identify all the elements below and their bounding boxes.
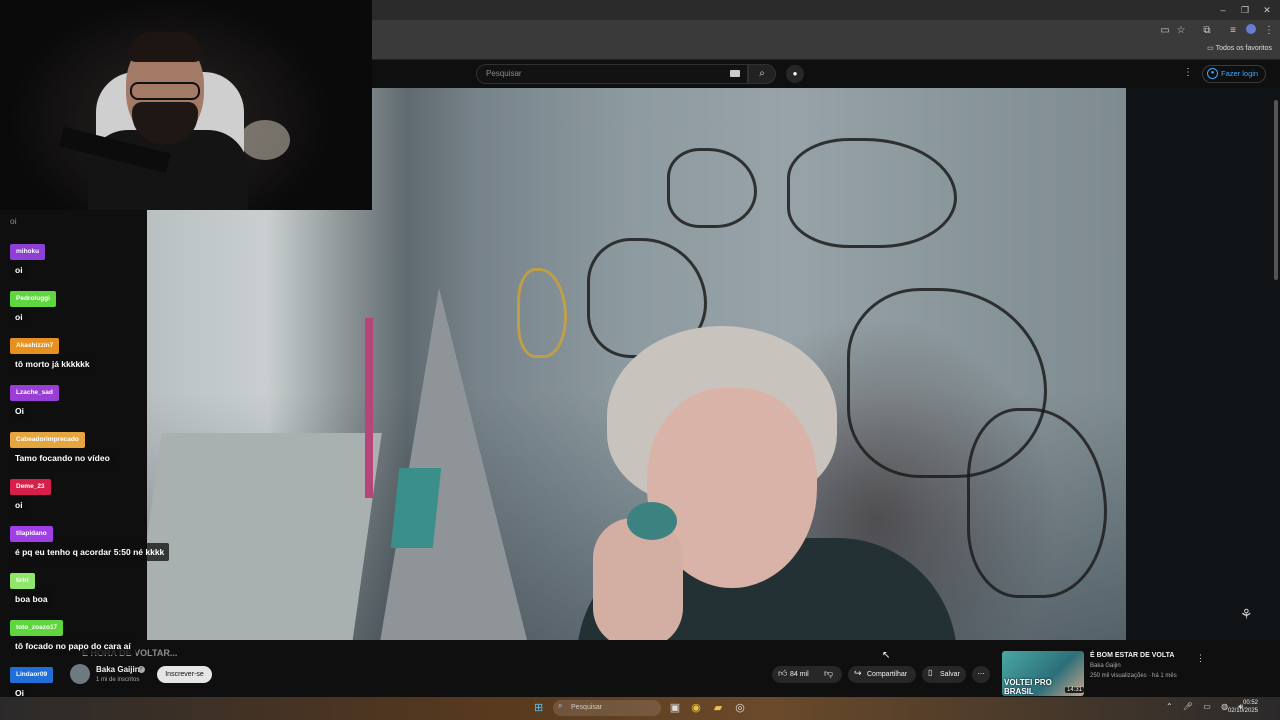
graffiti-tag bbox=[967, 408, 1107, 598]
chat-message: tô morto já kkkkkk bbox=[10, 355, 95, 373]
video-scene-alley bbox=[379, 288, 529, 640]
chat-username: Lindaor09 bbox=[10, 667, 54, 683]
login-label: Fazer login bbox=[1221, 69, 1259, 78]
video-microphone bbox=[627, 502, 677, 540]
settings-menu-icon[interactable]: ⋮ bbox=[1183, 67, 1193, 78]
webcam-overlay bbox=[0, 0, 372, 210]
clock-time[interactable]: 00:52 bbox=[1228, 700, 1258, 706]
save-label: Salvar bbox=[940, 671, 960, 678]
chat-username: toto_zoazo17 bbox=[10, 620, 64, 636]
share-icon: ↪ bbox=[854, 668, 862, 678]
chat-username: Pedroluggi bbox=[10, 291, 56, 307]
mouse-cursor-icon: ↖ bbox=[882, 650, 891, 661]
chat-username: mihoku bbox=[10, 244, 46, 260]
chat-message: é pq eu tenho q acordar 5:50 né kkkk bbox=[10, 543, 170, 561]
taskbar-search-label: Pesquisar bbox=[571, 704, 603, 711]
page-scrollbar[interactable] bbox=[1274, 100, 1278, 280]
related-video-duration: 14:31 bbox=[1065, 687, 1085, 693]
bookmark-icon: ▯ bbox=[928, 668, 933, 677]
webcam-person-glasses bbox=[130, 82, 200, 100]
cast-icon[interactable]: ▭ bbox=[1158, 24, 1172, 38]
channel-avatar[interactable] bbox=[70, 664, 90, 684]
chat-username: Akashizzin7 bbox=[10, 338, 60, 354]
chat-message: oi bbox=[10, 308, 28, 326]
all-bookmarks-label: Todos os favoritos bbox=[1215, 45, 1272, 52]
search-placeholder: Pesquisar bbox=[486, 69, 522, 78]
chat-username: tilapidano bbox=[10, 526, 53, 542]
chrome-icon[interactable]: ◉ bbox=[689, 701, 703, 715]
graffiti-tag bbox=[667, 148, 757, 228]
channel-name[interactable]: Baka Gaijin bbox=[96, 665, 140, 674]
chat-message: oi bbox=[10, 261, 28, 279]
chat-message: Oi bbox=[10, 402, 29, 420]
chat-message: Tamo focando no vídeo bbox=[10, 449, 115, 467]
chat-message: boa boa bbox=[10, 590, 53, 608]
graffiti-tag bbox=[787, 138, 957, 248]
chat-username: Cabeadorimprecado bbox=[10, 432, 85, 448]
video-scene-bin bbox=[390, 468, 442, 548]
browser-menu-icon[interactable]: ⋮ bbox=[1262, 24, 1276, 38]
taskbar-search-icon: ⌕ bbox=[558, 701, 563, 710]
account-icon: ● bbox=[1207, 68, 1218, 79]
chat-username: Deme_23 bbox=[10, 479, 51, 495]
file-explorer-icon[interactable]: ▰ bbox=[711, 701, 725, 715]
subscriber-count: 1 mi de inscritos bbox=[96, 677, 140, 683]
chat-username: tiriri bbox=[10, 573, 35, 589]
search-icon: ⌕ bbox=[759, 68, 765, 79]
all-bookmarks-link[interactable]: ▭ Todos os favoritos bbox=[1207, 44, 1272, 52]
profile-avatar-icon[interactable] bbox=[1244, 24, 1258, 38]
webcam-lamp bbox=[240, 120, 290, 160]
video-scene-pole bbox=[365, 318, 373, 498]
keyboard-icon[interactable] bbox=[730, 70, 740, 77]
extensions-icon[interactable]: ⧉ bbox=[1200, 24, 1214, 38]
chat-message: oi bbox=[10, 216, 17, 226]
voice-search-button[interactable]: ● bbox=[786, 65, 804, 83]
minimize-icon[interactable]: – bbox=[1212, 3, 1234, 17]
tab-search-icon[interactable]: ≡ bbox=[1226, 24, 1240, 38]
like-count[interactable]: 84 mil bbox=[790, 671, 809, 678]
search-button[interactable]: ⌕ bbox=[748, 64, 776, 84]
related-video-channel[interactable]: Baka Gaijin bbox=[1090, 663, 1121, 669]
video-scene-counter bbox=[147, 433, 382, 640]
channel-watermark-icon[interactable]: ⚘ bbox=[1240, 606, 1253, 623]
chat-username: Lzache_sad bbox=[10, 385, 59, 401]
more-icon: ⋯ bbox=[977, 671, 985, 678]
taskbar-search[interactable]: Pesquisar bbox=[553, 700, 661, 716]
chat-message: tô focado no papo do cara aí bbox=[10, 637, 136, 655]
dislike-icon[interactable]: 👎︎ bbox=[824, 668, 833, 679]
mic-icon: ● bbox=[792, 69, 798, 78]
webcam-person-hair bbox=[128, 32, 202, 62]
task-view-icon[interactable]: ▣ bbox=[668, 701, 682, 715]
clock-date[interactable]: 02/10/2025 bbox=[1226, 708, 1258, 714]
related-video-title[interactable]: É BOM ESTAR DE VOLTA bbox=[1090, 652, 1174, 659]
verified-icon: ✓ bbox=[138, 666, 145, 673]
windows-start-icon[interactable]: ⊞ bbox=[534, 702, 546, 714]
related-video-menu-icon[interactable]: ⋮ bbox=[1196, 653, 1205, 664]
bookmark-star-icon[interactable]: ☆ bbox=[1174, 24, 1188, 38]
restore-icon[interactable]: ❐ bbox=[1234, 3, 1256, 17]
graffiti-tag bbox=[517, 268, 567, 358]
video-side-area bbox=[1126, 88, 1280, 640]
close-icon[interactable]: ✕ bbox=[1256, 3, 1278, 17]
related-video-meta: 250 mil visualizações · há 1 mês bbox=[1090, 673, 1177, 679]
more-actions-button[interactable]: ⋯ bbox=[972, 666, 990, 683]
subscribe-button[interactable]: Inscrever-se bbox=[157, 666, 212, 683]
chat-message: oi bbox=[10, 496, 28, 514]
obs-icon[interactable]: ◎ bbox=[733, 701, 747, 715]
related-thumbnail-text: VOLTEI PRO BRASIL bbox=[1004, 678, 1052, 696]
share-label: Compartilhar bbox=[867, 671, 908, 678]
like-icon[interactable]: 👍︎ bbox=[778, 668, 787, 679]
